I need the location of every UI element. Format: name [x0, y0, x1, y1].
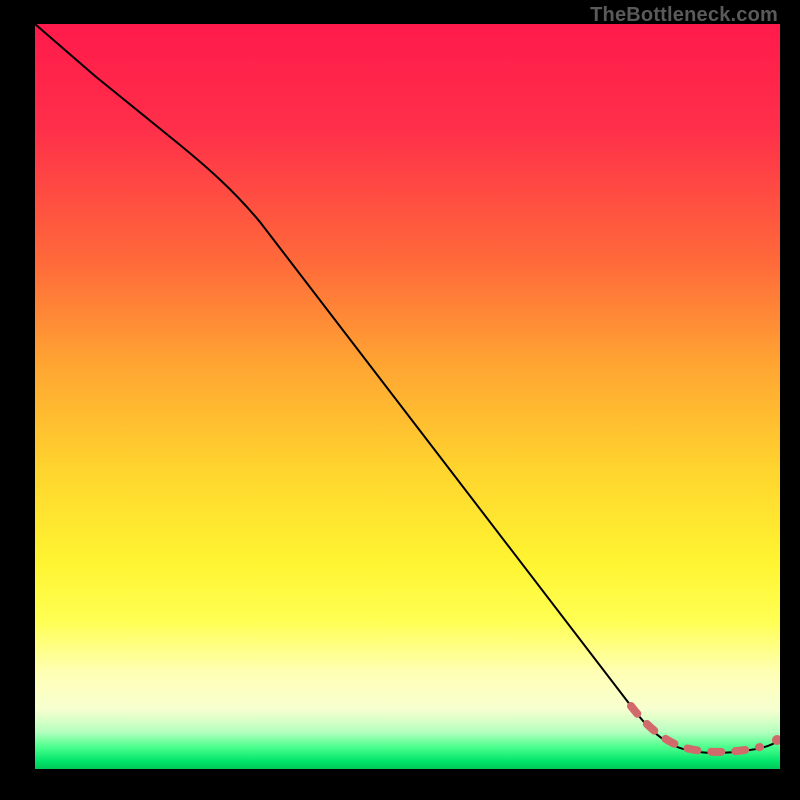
optimum-region-line — [631, 706, 760, 752]
bottleneck-curve-line — [35, 24, 780, 753]
plot-area — [35, 24, 780, 769]
chart-stage: TheBottleneck.com — [0, 0, 800, 800]
chart-svg — [35, 24, 780, 769]
